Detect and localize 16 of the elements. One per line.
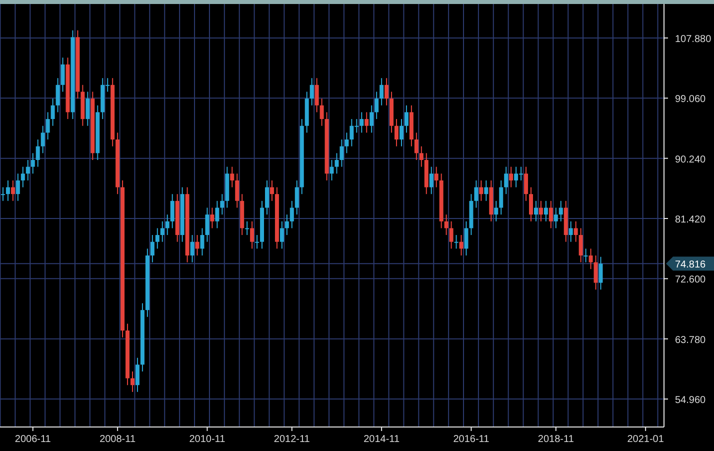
last-price-badge: 74.816 <box>666 256 714 271</box>
x-axis-label: 2021-01 <box>627 434 664 445</box>
y-axis-label: 54.960 <box>675 395 706 406</box>
y-axis-label: 99.060 <box>675 94 706 106</box>
x-axis-label: 2014-11 <box>364 434 400 445</box>
y-axis-label: 90.240 <box>675 154 706 166</box>
y-axis-label: 81.420 <box>675 214 706 226</box>
x-axis-label: 2010-11 <box>189 434 226 445</box>
x-axis-label: 2006-11 <box>14 434 51 445</box>
x-axis-label: 2016-11 <box>453 434 490 445</box>
y-axis-label: 107.880 <box>675 34 712 45</box>
y-axis-label: 63.780 <box>675 334 706 346</box>
x-axis-label: 2018-11 <box>538 434 574 445</box>
x-axis-label: 2012-11 <box>274 434 310 445</box>
y-axis-label: 72.600 <box>675 274 706 286</box>
x-axis-label: 2008-11 <box>100 434 136 445</box>
